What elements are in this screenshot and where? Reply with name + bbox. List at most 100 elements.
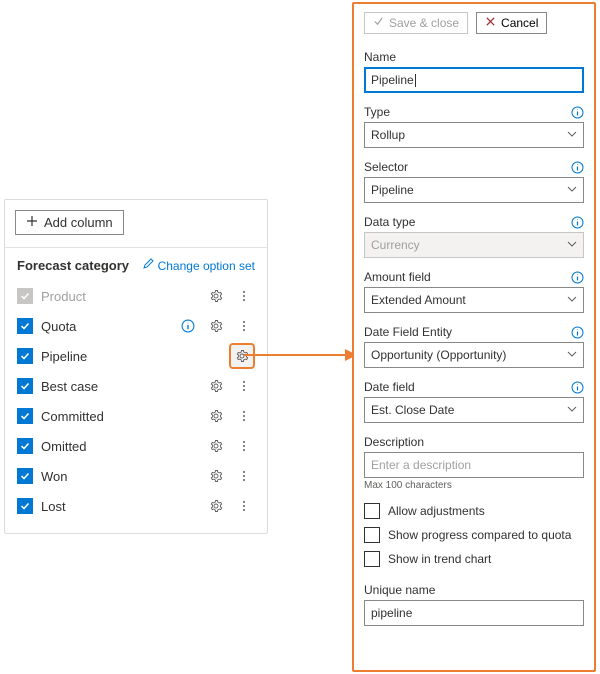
chevron-down-icon [567,403,577,417]
checkmark-icon [373,16,384,30]
name-field[interactable]: Pipeline [364,67,584,93]
column-checkbox[interactable] [17,438,33,454]
close-icon [485,16,496,30]
info-icon[interactable] [571,161,584,174]
checkbox-icon [364,503,380,519]
column-row: Product [17,281,255,311]
chevron-down-icon [567,348,577,362]
column-label: Product [41,289,205,304]
gear-icon[interactable] [205,285,227,307]
plus-icon [26,215,38,230]
datatype-value: Currency [371,238,420,252]
checkbox-icon [364,551,380,567]
add-column-label: Add column [44,215,113,230]
row-actions [177,315,255,337]
column-label: Best case [41,379,205,394]
row-actions [205,495,255,517]
column-label: Won [41,469,205,484]
type-select[interactable]: Rollup [364,122,584,148]
gear-icon[interactable] [229,343,255,369]
info-icon[interactable] [177,315,199,337]
dateentity-label: Date Field Entity [364,325,452,339]
show-progress-checkbox[interactable]: Show progress compared to quota [364,527,584,543]
allow-adjustments-checkbox[interactable]: Allow adjustments [364,503,584,519]
columns-panel: Add column Forecast category Change opti… [4,199,268,534]
info-icon[interactable] [571,271,584,284]
more-icon[interactable] [233,405,255,427]
info-icon[interactable] [571,106,584,119]
selector-select[interactable]: Pipeline [364,177,584,203]
show-progress-label: Show progress compared to quota [388,528,571,542]
info-icon[interactable] [571,381,584,394]
column-checkbox[interactable] [17,468,33,484]
description-placeholder: Enter a description [371,458,471,472]
amount-select[interactable]: Extended Amount [364,287,584,313]
chevron-down-icon [567,238,577,252]
row-actions [205,375,255,397]
save-close-label: Save & close [389,16,459,30]
row-actions [205,405,255,427]
allow-adjustments-label: Allow adjustments [388,504,485,518]
column-row: Omitted [17,431,255,461]
datefield-value: Est. Close Date [371,403,454,417]
column-checkbox[interactable] [17,498,33,514]
more-icon[interactable] [233,285,255,307]
row-actions [205,465,255,487]
column-checkbox[interactable] [17,348,33,364]
cancel-label: Cancel [501,16,538,30]
type-label: Type [364,105,390,119]
column-checkbox[interactable] [17,378,33,394]
row-actions [229,343,255,369]
amount-label: Amount field [364,270,431,284]
column-label: Committed [41,409,205,424]
description-hint: Max 100 characters [364,480,584,491]
datatype-label: Data type [364,215,415,229]
more-icon[interactable] [233,465,255,487]
edit-icon [142,258,154,273]
change-option-set-link[interactable]: Change option set [142,258,255,273]
gear-icon[interactable] [205,405,227,427]
gear-icon[interactable] [205,315,227,337]
column-row: Won [17,461,255,491]
column-properties-panel: Save & close Cancel Name Pipeline Type R… [352,2,596,672]
show-trend-checkbox[interactable]: Show in trend chart [364,551,584,567]
more-icon[interactable] [233,495,255,517]
column-row: Lost [17,491,255,521]
description-field[interactable]: Enter a description [364,452,584,478]
gear-icon[interactable] [205,495,227,517]
column-row: Best case [17,371,255,401]
unique-name-field[interactable]: pipeline [364,600,584,626]
row-actions [205,285,255,307]
column-label: Quota [41,319,177,334]
show-trend-label: Show in trend chart [388,552,491,566]
dateentity-select[interactable]: Opportunity (Opportunity) [364,342,584,368]
chevron-down-icon [567,183,577,197]
more-icon[interactable] [233,315,255,337]
datatype-select: Currency [364,232,584,258]
selector-label: Selector [364,160,408,174]
column-checkbox[interactable] [17,318,33,334]
column-row: Committed [17,401,255,431]
column-row: Pipeline [17,341,255,371]
unique-name-label: Unique name [364,583,435,597]
change-option-set-label: Change option set [158,259,255,273]
info-icon[interactable] [571,216,584,229]
gear-icon[interactable] [205,435,227,457]
more-icon[interactable] [233,375,255,397]
column-label: Pipeline [41,349,229,364]
add-column-button[interactable]: Add column [15,210,124,235]
dateentity-value: Opportunity (Opportunity) [371,348,506,362]
cancel-button[interactable]: Cancel [476,12,547,34]
selector-value: Pipeline [371,183,414,197]
column-checkbox [17,288,33,304]
datefield-select[interactable]: Est. Close Date [364,397,584,423]
column-checkbox[interactable] [17,408,33,424]
chevron-down-icon [567,293,577,307]
info-icon[interactable] [571,326,584,339]
more-icon[interactable] [233,435,255,457]
checkbox-icon [364,527,380,543]
gear-icon[interactable] [205,375,227,397]
unique-name-value: pipeline [371,606,412,620]
gear-icon[interactable] [205,465,227,487]
datefield-label: Date field [364,380,415,394]
